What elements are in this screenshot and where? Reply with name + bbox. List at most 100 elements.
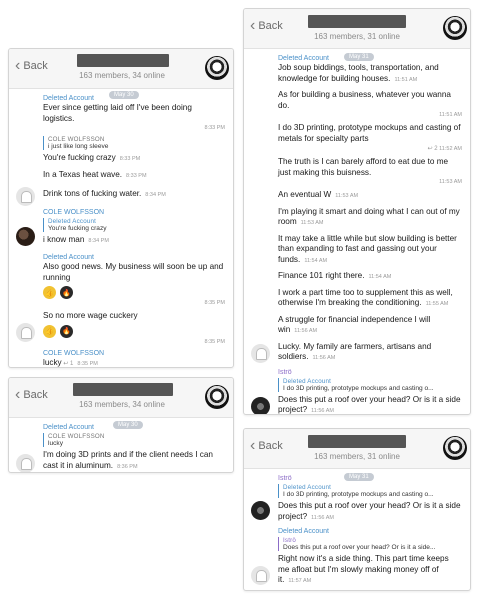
message[interactable]: It may take a little while but slow buil… <box>278 234 462 267</box>
message[interactable]: COLE WOLFSSON i just like long sleeve Yo… <box>43 136 225 165</box>
ghost-avatar-icon[interactable] <box>251 343 270 363</box>
back-button[interactable]: ‹ Back <box>250 438 283 454</box>
timestamp: 11:56 AM <box>294 328 318 334</box>
reply-quote[interactable]: COLE WOLFSSON i just like long sleeve <box>43 136 225 150</box>
reply-quote[interactable]: Iströ Does this put a roof over your hea… <box>278 537 462 551</box>
redacted-group-title <box>308 15 406 28</box>
message[interactable]: Lucky. My family are farmers, artisans a… <box>251 342 462 364</box>
message[interactable]: In a Texas heat wave. 8:33 PM <box>43 170 225 182</box>
message-text: I do 3D printing, prototype mockups and … <box>278 123 461 143</box>
chat-panel-2: ‹ Back 163 members, 34 online May 30 Dele… <box>8 377 234 473</box>
timestamp: 8:33 PM <box>119 156 141 162</box>
message-text: Also good news. My business will soon be… <box>43 262 224 282</box>
timestamp: 8:36 PM <box>117 463 138 470</box>
user-avatar[interactable] <box>251 501 270 520</box>
message[interactable]: Deleted Account Job soup biddings, tools… <box>278 55 462 85</box>
ghost-avatar-icon[interactable] <box>251 566 270 585</box>
message[interactable]: The truth is I can barely afford to eat … <box>278 157 462 185</box>
timestamp: 8:34 PM <box>88 237 109 244</box>
thumbs-up-icon[interactable]: 👍 <box>43 324 56 338</box>
message-text: So no more wage cuckery <box>43 311 138 320</box>
reaction-row[interactable]: 👍 🔥 <box>43 286 225 299</box>
message-text: In a Texas heat wave. <box>43 169 123 179</box>
chevron-left-icon: ‹ <box>15 386 21 403</box>
back-button[interactable]: ‹ Back <box>15 58 48 74</box>
timestamp: 11:52 AM <box>439 146 462 152</box>
timestamp: 11:56 AM <box>311 408 334 414</box>
redacted-group-title <box>308 435 406 448</box>
timestamp: 11:53 AM <box>439 179 462 185</box>
message[interactable]: A struggle for financial independence I … <box>278 315 462 337</box>
ghost-avatar-icon[interactable] <box>16 323 35 342</box>
redacted-group-title <box>77 54 169 67</box>
group-avatar[interactable] <box>205 385 229 409</box>
group-avatar[interactable] <box>443 16 467 40</box>
message[interactable]: I do 3D printing, prototype mockups and … <box>278 123 462 152</box>
message[interactable]: I work a part time too to supplement thi… <box>278 288 462 310</box>
reply-text: I do 3D printing, prototype mockups and … <box>283 491 434 498</box>
timestamp: 11:51 AM <box>394 76 418 83</box>
members-count: 163 members, 34 online <box>79 71 165 80</box>
reply-quote[interactable]: COLE WOLFSSON lucky <box>43 433 225 447</box>
sender-name[interactable]: Deleted Account <box>43 254 225 261</box>
message[interactable]: As for building a business, whatever you… <box>278 90 462 118</box>
message[interactable]: Deleted Account Iströ Does this put a ro… <box>251 528 462 587</box>
message-text: Drink tons of fucking water. <box>43 189 142 198</box>
message[interactable]: Iströ Deleted Account I do 3D printing, … <box>251 369 462 414</box>
members-count: 163 members, 31 online <box>314 452 400 461</box>
reply-text: You're fucking crazy <box>48 224 107 232</box>
message[interactable]: COLE WOLFSSON Deleted Account You're fuc… <box>16 209 225 247</box>
reply-sender: Deleted Account <box>283 484 332 491</box>
message[interactable]: Drink tons of fucking water. 8:34 PM <box>16 187 225 206</box>
ghost-avatar-icon[interactable] <box>16 454 35 472</box>
fire-icon[interactable]: 🔥 <box>60 324 73 338</box>
group-avatar[interactable] <box>205 56 229 80</box>
thumbs-up-icon[interactable]: 👍 <box>43 286 56 299</box>
sender-name[interactable]: Iströ <box>278 475 462 482</box>
user-avatar[interactable] <box>251 396 270 414</box>
message-text: The truth is I can barely afford to eat … <box>278 157 449 177</box>
message-text: i know man <box>43 234 85 244</box>
ghost-avatar-icon[interactable] <box>16 187 35 206</box>
reply-sender: Deleted Account <box>283 377 332 385</box>
message[interactable]: Deleted Account COLE WOLFSSON lucky I'm … <box>16 424 225 472</box>
sender-name[interactable]: Deleted Account <box>43 95 225 102</box>
timestamp: 11:56 AM <box>312 355 336 361</box>
sender-name[interactable]: Deleted Account <box>43 424 225 431</box>
chat-header: ‹ Back 163 members, 31 online <box>244 429 470 469</box>
reply-sender: Deleted Account <box>48 217 97 225</box>
reply-sender: COLE WOLFSSON <box>48 433 105 440</box>
message[interactable]: Deleted Account Also good news. My busin… <box>43 254 225 306</box>
user-avatar[interactable] <box>16 226 35 246</box>
message[interactable]: An eventual W 11:53 AM <box>278 190 462 202</box>
timestamp: 8:33 PM <box>126 172 147 179</box>
redacted-group-title <box>73 383 173 396</box>
timestamp: 8:35 PM <box>77 360 98 367</box>
message[interactable]: Deleted Account Ever since getting laid … <box>43 95 225 131</box>
reaction-row[interactable]: 👍 🔥 <box>43 324 225 338</box>
message[interactable]: I'm playing it smart and doing what I ca… <box>278 207 462 229</box>
timestamp: 11:54 AM <box>368 274 392 280</box>
message[interactable]: COLE WOLFSSON lucky ↩ 1 8:35 PM <box>43 350 225 368</box>
reply-sender: COLE WOLFSSON <box>48 136 105 143</box>
message[interactable]: Iströ Deleted Account I do 3D printing, … <box>251 475 462 523</box>
timestamp: 11:51 AM <box>439 112 462 118</box>
message-list: May 30 Deleted Account COLE WOLFSSON luc… <box>9 418 233 472</box>
message[interactable]: Finance 101 right there. 11:54 AM <box>278 271 462 283</box>
sender-name[interactable]: Deleted Account <box>278 528 462 535</box>
reply-quote[interactable]: Deleted Account I do 3D printing, protot… <box>278 484 462 498</box>
group-avatar[interactable] <box>443 436 467 460</box>
sender-name[interactable]: Deleted Account <box>278 55 462 62</box>
sender-name[interactable]: COLE WOLFSSON <box>43 350 225 357</box>
sender-name[interactable]: COLE WOLFSSON <box>43 209 225 216</box>
fire-icon[interactable]: 🔥 <box>60 286 73 299</box>
message[interactable]: So no more wage cuckery 👍 🔥 8:35 PM <box>16 311 225 345</box>
sender-name[interactable]: Iströ <box>278 369 462 376</box>
reply-quote[interactable]: Deleted Account I do 3D printing, protot… <box>278 377 462 392</box>
chat-header: ‹ Back 163 members, 34 online <box>9 49 233 89</box>
message-text: As for building a business, whatever you… <box>278 90 451 110</box>
timestamp: 11:55 AM <box>425 301 449 307</box>
back-button[interactable]: ‹ Back <box>250 18 283 34</box>
back-button[interactable]: ‹ Back <box>15 386 48 403</box>
reply-quote[interactable]: Deleted Account You're fucking crazy <box>43 217 225 232</box>
